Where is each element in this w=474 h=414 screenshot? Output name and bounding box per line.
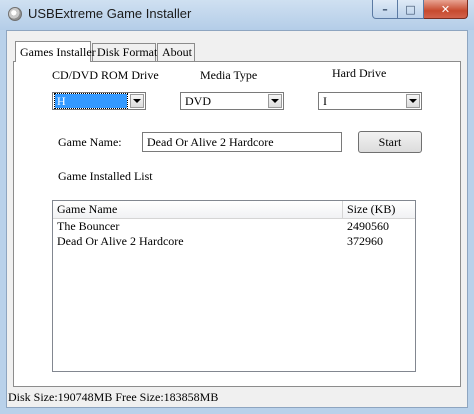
game-name-input[interactable]: Dead Or Alive 2 Hardcore [142, 132, 342, 152]
hard-drive-label: Hard Drive [332, 66, 387, 80]
row-game-name: The Bouncer [57, 219, 120, 233]
window-title: USBExtreme Game Installer [28, 6, 192, 21]
start-button[interactable]: Start [358, 131, 422, 153]
column-header-size[interactable]: Size (KB) [343, 201, 415, 218]
close-icon: ✕ [440, 2, 451, 16]
chevron-down-icon [133, 99, 141, 103]
media-type-value: DVD [185, 94, 211, 108]
hard-drive-value: I [323, 94, 327, 108]
media-type-label: Media Type [200, 68, 258, 82]
client-area: Games Installer Disk Format About CD/DVD… [6, 30, 468, 408]
table-row[interactable]: The Bouncer 2490560 [53, 219, 415, 234]
games-installer-panel: CD/DVD ROM Drive Media Type Hard Drive H… [13, 61, 461, 387]
chevron-down-icon [409, 99, 417, 103]
game-name-label: Game Name: [58, 135, 122, 149]
tab-disk-format[interactable]: Disk Format [92, 43, 157, 61]
cdrom-drive-label: CD/DVD ROM Drive [52, 68, 159, 82]
row-size: 2490560 [347, 219, 389, 233]
hard-drive-dropdown-button[interactable] [406, 94, 420, 108]
minimize-button[interactable]: – [372, 0, 398, 19]
tab-games-installer[interactable]: Games Installer [15, 41, 96, 62]
column-header-game-name[interactable]: Game Name [53, 201, 343, 218]
status-bar: Disk Size:190748MB Free Size:183858MB [8, 390, 219, 404]
media-dropdown-button[interactable] [268, 94, 282, 108]
title-bar[interactable]: USBExtreme Game Installer – □ ✕ [0, 0, 474, 30]
app-window: USBExtreme Game Installer – □ ✕ Games In… [0, 0, 474, 414]
caption-buttons: – □ ✕ [372, 0, 468, 20]
maximize-button[interactable]: □ [398, 0, 424, 19]
cdrom-dropdown-button[interactable] [130, 94, 144, 108]
cdrom-drive-value: H [54, 93, 128, 109]
close-button[interactable]: ✕ [424, 0, 468, 19]
cdrom-drive-select[interactable]: H [52, 92, 146, 110]
maximize-icon: □ [405, 2, 416, 16]
tab-about[interactable]: About [157, 43, 195, 61]
row-size: 372960 [347, 234, 383, 248]
installed-list-label: Game Installed List [58, 169, 153, 183]
row-game-name: Dead Or Alive 2 Hardcore [57, 234, 184, 248]
hard-drive-select[interactable]: I [318, 92, 422, 110]
table-row[interactable]: Dead Or Alive 2 Hardcore 372960 [53, 234, 415, 249]
installed-games-list[interactable]: Game Name Size (KB) The Bouncer 2490560 … [52, 200, 416, 372]
minimize-icon: – [382, 2, 388, 16]
list-header: Game Name Size (KB) [53, 201, 415, 219]
chevron-down-icon [271, 99, 279, 103]
app-disc-icon [8, 7, 22, 21]
media-type-select[interactable]: DVD [180, 92, 284, 110]
